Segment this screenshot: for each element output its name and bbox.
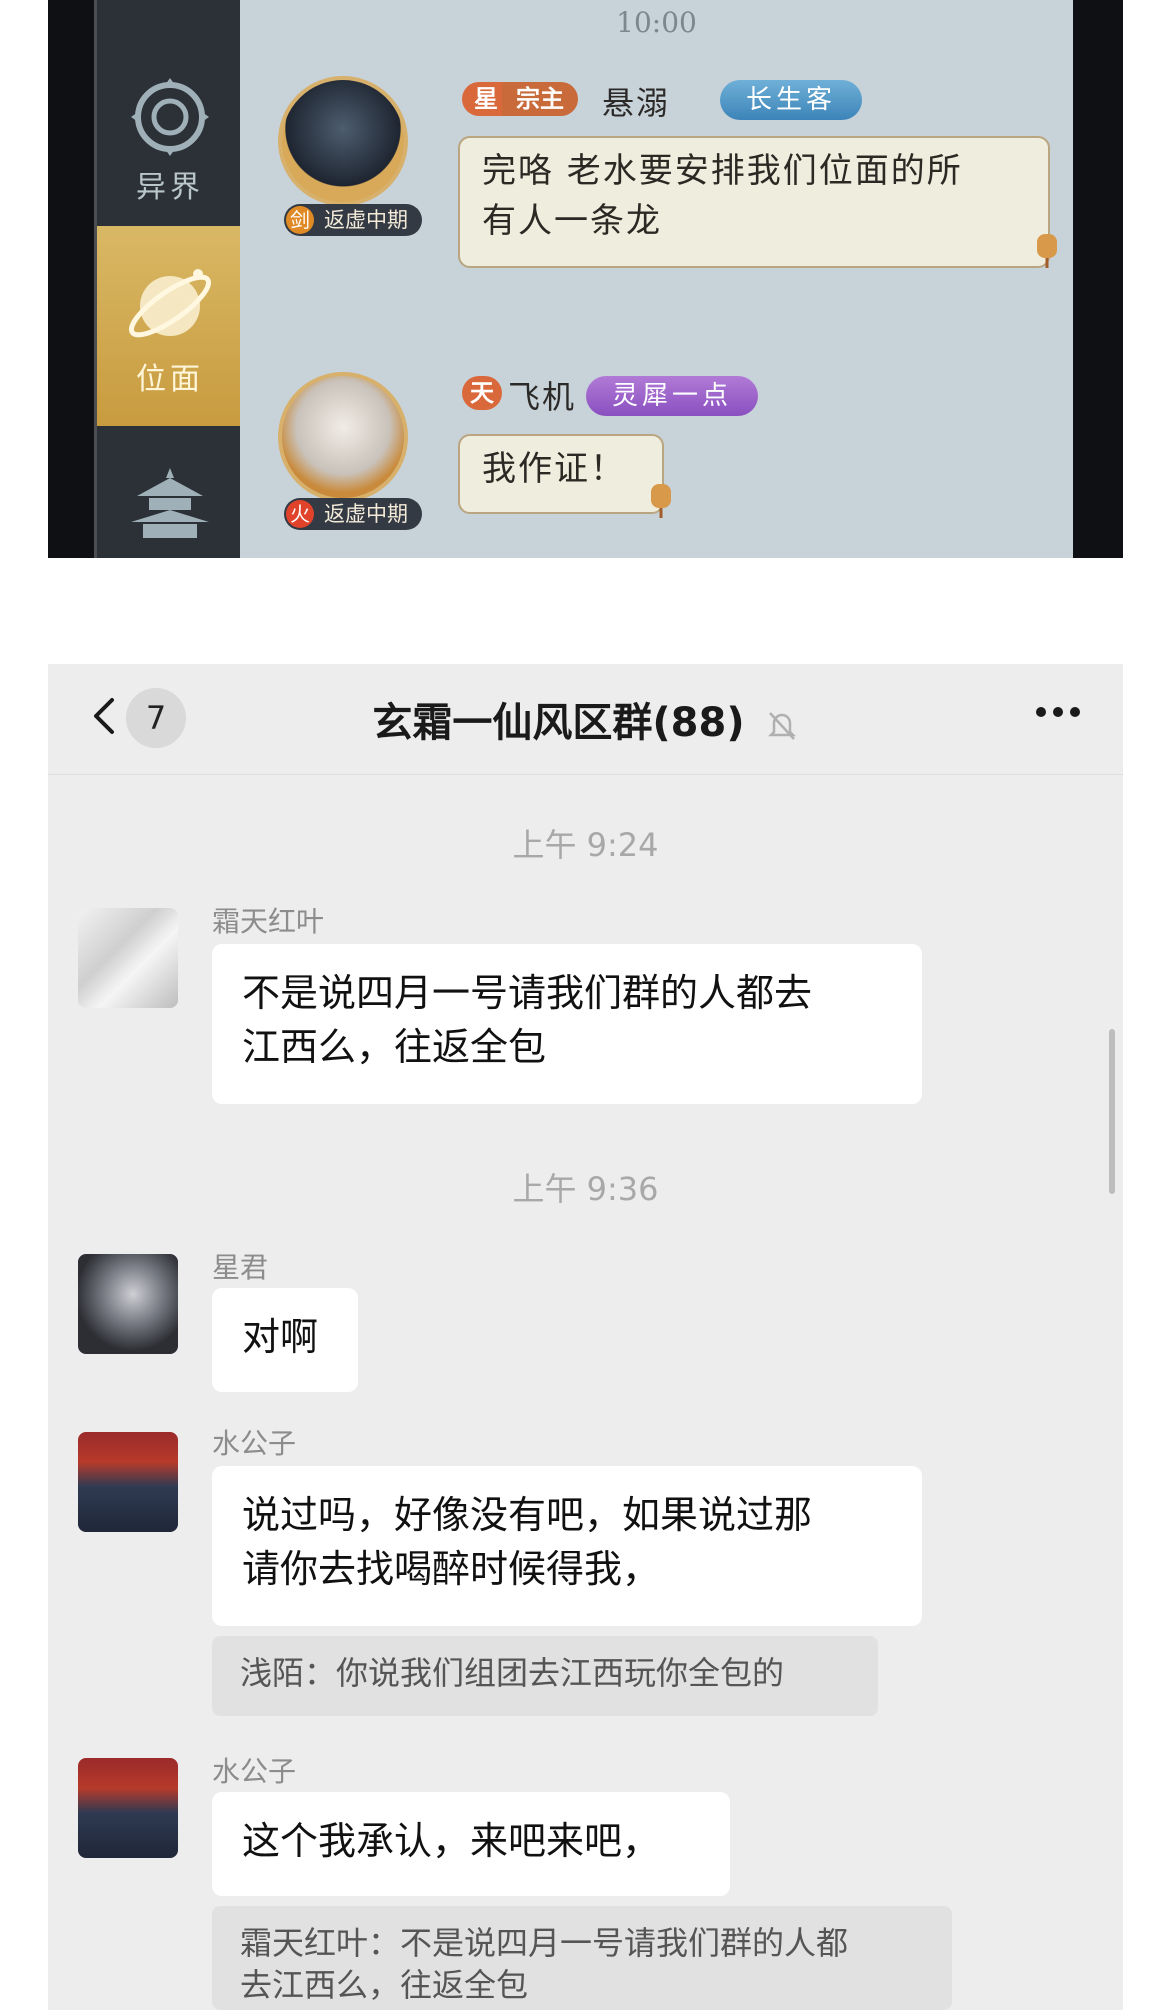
lantern-icon (651, 484, 671, 518)
sender-name: 飞机 (508, 378, 577, 416)
timestamp: 上午 9:24 (512, 826, 659, 864)
chat-header: 7 玄霜一仙风区群(88) (48, 664, 1123, 775)
game-time: 10:00 (616, 6, 697, 39)
realm-label: 返虚中期 (324, 208, 408, 232)
message-text-line: 请你去找喝醉时候得我， (242, 1547, 661, 1591)
element-badge: 剑 (286, 206, 314, 234)
message-bubble[interactable]: 说过吗，好像没有吧，如果说过那 请你去找喝醉时候得我， (212, 1466, 922, 1626)
avatar[interactable] (278, 76, 408, 206)
avatar[interactable] (78, 1758, 178, 1858)
message-text-line: 完咯 老水要安排我们位面的所 (482, 151, 963, 191)
message-text: 对啊 (242, 1315, 319, 1359)
message-bubble[interactable]: 这个我承认，来吧来吧， (212, 1792, 730, 1896)
realm-badge: 火 返虚中期 (284, 498, 422, 530)
quote-text-line: 去江西么，往返全包 (240, 1966, 529, 2004)
message-bubble[interactable]: 对啊 (212, 1288, 358, 1392)
sidebar-item-pagoda[interactable] (97, 456, 243, 556)
element-badge: 火 (286, 500, 314, 528)
quoted-message[interactable]: 浅陌：你说我们组团去江西玩你全包的 (212, 1636, 878, 1716)
message-bubble: 我作证！ (458, 434, 664, 514)
sidebar-item-otherworld[interactable]: 异界 (97, 60, 243, 220)
realm-badge: 剑 返虚中期 (284, 204, 422, 236)
star-tag: 天 (462, 376, 502, 410)
avatar[interactable] (78, 908, 178, 1008)
message-bubble[interactable]: 不是说四月一号请我们群的人都去 江西么，往返全包 (212, 944, 922, 1104)
role-tag: 宗主 (502, 82, 578, 116)
sender-name: 水公子 (212, 1427, 297, 1460)
quote-text: 浅陌：你说我们组团去江西玩你全包的 (240, 1654, 785, 1692)
avatar[interactable] (278, 372, 408, 502)
message-text-line: 不是说四月一号请我们群的人都去 (242, 971, 813, 1015)
realm-label: 返虚中期 (324, 502, 408, 526)
message-text: 这个我承认，来吧来吧， (242, 1819, 661, 1863)
wechat-chat: 7 玄霜一仙风区群(88) 上午 9:24 霜天红叶 不是说四月一号请我们群的人… (48, 664, 1123, 2010)
game-screenshot: 异界 位面 10:00 剑 返虚中期 星 宗主 悬溺 长生客 完咯 老水要安排我… (48, 0, 1123, 558)
avatar[interactable] (78, 1432, 178, 1532)
sender-name: 悬溺 (602, 84, 671, 122)
sidebar-item-label: 异界 (136, 170, 204, 205)
pagoda-icon (131, 468, 209, 538)
mute-bell-icon (767, 712, 796, 740)
message-text-line: 说过吗，好像没有吧，如果说过那 (242, 1493, 813, 1537)
chat-title: 玄霜一仙风区群(88) (48, 690, 1123, 748)
quote-text-line: 霜天红叶：不是说四月一号请我们群的人都 (240, 1924, 849, 1962)
more-icon[interactable] (1033, 702, 1083, 722)
chat-title-text: 玄霜一仙风区群(88) (372, 700, 745, 746)
game-chat-panel: 10:00 剑 返虚中期 星 宗主 悬溺 长生客 完咯 老水要安排我们位面的所 … (240, 0, 1073, 558)
portal-icon (131, 78, 209, 156)
quoted-message[interactable]: 霜天红叶：不是说四月一号请我们群的人都 去江西么，往返全包 (212, 1906, 952, 2010)
game-sidebar: 异界 位面 (94, 0, 261, 558)
lantern-icon (1037, 234, 1057, 268)
sender-name: 星君 (212, 1251, 269, 1284)
title-badge: 灵犀一点 (586, 376, 759, 416)
message-text-line: 有人一条龙 (482, 201, 662, 241)
title-badge: 长生客 (720, 80, 863, 120)
sender-name: 水公子 (212, 1755, 297, 1788)
sender-name: 霜天红叶 (212, 905, 325, 938)
avatar[interactable] (78, 1254, 178, 1354)
message-text: 我作证！ (482, 449, 626, 489)
sidebar-item-plane[interactable]: 位面 (97, 226, 261, 426)
message-bubble: 完咯 老水要安排我们位面的所 有人一条龙 (458, 136, 1050, 268)
sidebar-item-label: 位面 (136, 362, 204, 397)
planet-icon (128, 269, 212, 338)
timestamp: 上午 9:36 (512, 1170, 659, 1208)
message-text-line: 江西么，往返全包 (242, 1025, 547, 1069)
